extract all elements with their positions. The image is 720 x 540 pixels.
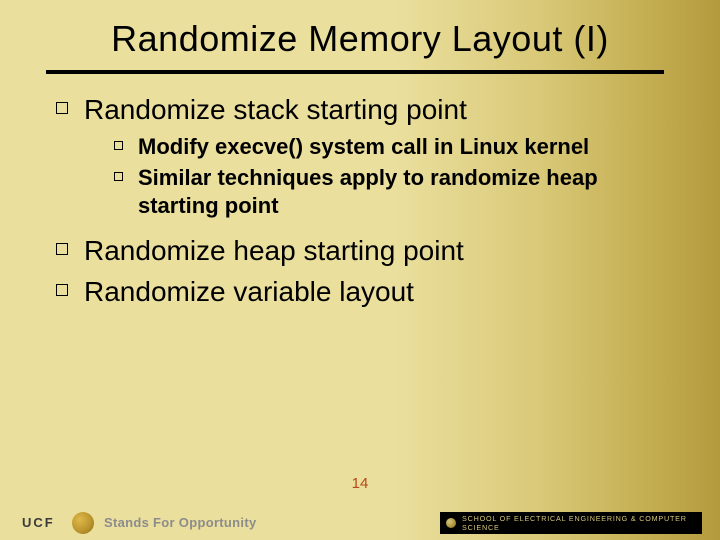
sub-bullet-group: Modify execve() system call in Linux ker… (114, 133, 680, 221)
slide-body: Randomize stack starting point Modify ex… (56, 92, 680, 315)
bullet-level1: Randomize heap starting point (56, 233, 680, 268)
page-number: 14 (0, 475, 720, 492)
title-rule (46, 70, 664, 74)
ucf-tagline: Stands For Opportunity (104, 515, 256, 530)
department-badge: SCHOOL OF ELECTRICAL ENGINEERING & COMPU… (440, 512, 702, 534)
bullet-level1: Randomize variable layout (56, 274, 680, 309)
footer: UCF Stands For Opportunity SCHOOL OF ELE… (0, 504, 720, 540)
ucf-logo-text: UCF (22, 515, 55, 530)
bullet-level2: Similar techniques apply to randomize he… (114, 164, 680, 221)
department-label: SCHOOL OF ELECTRICAL ENGINEERING & COMPU… (462, 514, 702, 532)
bullet-level1: Randomize stack starting point (56, 92, 680, 127)
pegasus-icon (72, 512, 94, 534)
slide-title: Randomize Memory Layout (I) (0, 18, 720, 60)
bullet-level2: Modify execve() system call in Linux ker… (114, 133, 680, 162)
slide: Randomize Memory Layout (I) Randomize st… (0, 0, 720, 540)
